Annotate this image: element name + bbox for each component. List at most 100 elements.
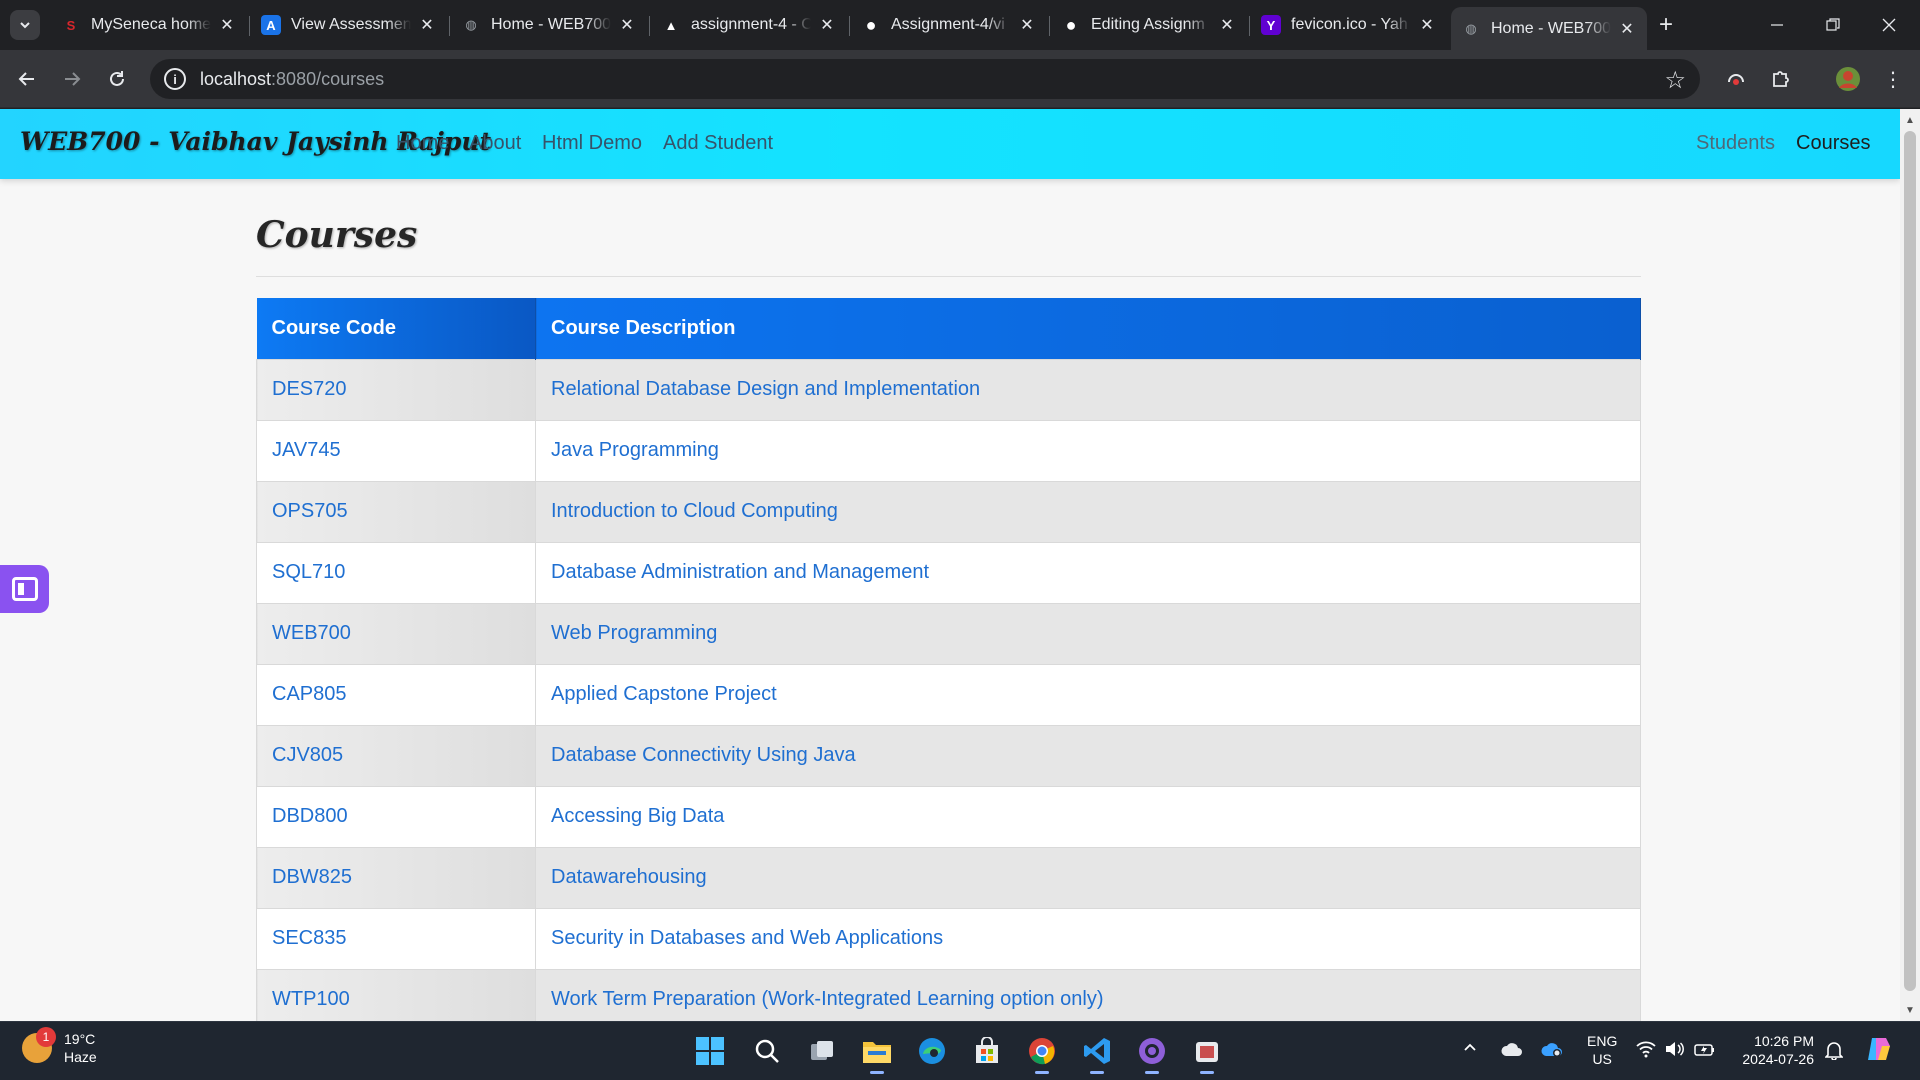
tab-close-icon[interactable]: ✕: [617, 15, 637, 35]
github-icon: [1139, 1038, 1165, 1064]
course-description-cell[interactable]: Introduction to Cloud Computing: [535, 480, 1641, 543]
table-row[interactable]: SQL710 Database Administration and Manage…: [256, 541, 1641, 604]
tab-close-icon[interactable]: ✕: [1217, 15, 1237, 35]
nav-about[interactable]: About: [469, 132, 521, 155]
course-code-cell[interactable]: OPS705: [256, 480, 536, 543]
browser-tab[interactable]: ◍ Home - WEB700 ✕: [1451, 7, 1647, 50]
taskbar-search[interactable]: [748, 1032, 786, 1070]
tab-close-icon[interactable]: ✕: [817, 15, 837, 35]
close-window-button[interactable]: [1861, 0, 1917, 50]
profile-avatar[interactable]: [1833, 64, 1863, 94]
course-code-cell[interactable]: DES720: [256, 358, 536, 421]
scroll-up-arrow[interactable]: ▲: [1900, 111, 1920, 129]
course-code-cell[interactable]: SEC835: [256, 907, 536, 970]
bookmark-star-icon[interactable]: ☆: [1664, 66, 1686, 95]
system-clock[interactable]: 10:26 PM 2024-07-26: [1732, 1032, 1814, 1068]
course-description-cell[interactable]: Relational Database Design and Implement…: [535, 358, 1641, 421]
course-description-cell[interactable]: Web Programming: [535, 602, 1641, 665]
site-info-icon[interactable]: i: [164, 68, 186, 90]
column-header-code: Course Code: [256, 298, 536, 359]
course-description-cell[interactable]: Database Connectivity Using Java: [535, 724, 1641, 787]
github-desktop-app[interactable]: [1133, 1032, 1171, 1074]
course-code-cell[interactable]: JAV745: [256, 419, 536, 482]
nav-students[interactable]: Students: [1696, 132, 1775, 155]
course-code-cell[interactable]: CJV805: [256, 724, 536, 787]
store-app[interactable]: [968, 1032, 1006, 1070]
github-icon: ●: [865, 14, 877, 35]
browser-tab[interactable]: ● Editing Assignm ✕: [1051, 8, 1247, 42]
course-code-cell[interactable]: DBW825: [256, 846, 536, 909]
browser-tab[interactable]: ◍ Home - WEB700 ✕: [451, 8, 647, 42]
battery-tray[interactable]: [1694, 1040, 1716, 1063]
nav-home[interactable]: Home: [396, 132, 449, 155]
browser-tab[interactable]: ▲ assignment-4 - C ✕: [651, 8, 847, 42]
table-row[interactable]: SEC835 Security in Databases and Web Appl…: [256, 907, 1641, 970]
browser-menu-button[interactable]: ⋮: [1878, 64, 1908, 94]
tab-search-button[interactable]: [10, 10, 40, 40]
browser-tab[interactable]: A View Assessment ✕: [251, 8, 447, 42]
start-button[interactable]: [691, 1032, 729, 1070]
snipping-tool-app[interactable]: [1188, 1032, 1226, 1074]
page-scrollbar[interactable]: ▲ ▼: [1900, 109, 1920, 1021]
volume-tray[interactable]: [1664, 1040, 1684, 1063]
task-view-button[interactable]: [803, 1032, 841, 1070]
table-row[interactable]: CAP805 Applied Capstone Project: [256, 663, 1641, 726]
wifi-tray[interactable]: [1636, 1040, 1656, 1063]
sidebar-toggle-widget[interactable]: [0, 565, 49, 613]
reload-button[interactable]: [100, 62, 134, 96]
extension-icon[interactable]: [1721, 64, 1751, 94]
course-description-cell[interactable]: Accessing Big Data: [535, 785, 1641, 848]
tab-close-icon[interactable]: ✕: [1017, 15, 1037, 35]
tab-close-icon[interactable]: ✕: [1417, 15, 1437, 35]
course-description-cell[interactable]: Work Term Preparation (Work-Integrated L…: [535, 968, 1641, 1021]
onedrive-tray[interactable]: [1500, 1040, 1524, 1063]
extensions-button[interactable]: [1766, 64, 1796, 94]
minimize-button[interactable]: [1749, 0, 1805, 50]
onedrive-sync-tray[interactable]: [1540, 1040, 1564, 1063]
course-code-cell[interactable]: WEB700: [256, 602, 536, 665]
nav-html-demo[interactable]: Html Demo: [542, 132, 642, 155]
edge-app[interactable]: [913, 1032, 951, 1070]
course-description-cell[interactable]: Applied Capstone Project: [535, 663, 1641, 726]
table-row[interactable]: CJV805 Database Connectivity Using Java: [256, 724, 1641, 787]
tab-close-icon[interactable]: ✕: [1617, 19, 1637, 39]
course-code-cell[interactable]: WTP100: [256, 968, 536, 1021]
table-row[interactable]: DBD800 Accessing Big Data: [256, 785, 1641, 848]
table-row[interactable]: JAV745 Java Programming: [256, 419, 1641, 482]
course-description-cell[interactable]: Datawarehousing: [535, 846, 1641, 909]
table-row[interactable]: DBW825 Datawarehousing: [256, 846, 1641, 909]
browser-tab[interactable]: S MySeneca home ✕: [51, 8, 247, 42]
copilot-button[interactable]: [1864, 1034, 1894, 1069]
table-row[interactable]: DES720 Relational Database Design and Imp…: [256, 358, 1641, 421]
table-row[interactable]: WTP100 Work Term Preparation (Work-Integr…: [256, 968, 1641, 1021]
chrome-app[interactable]: [1023, 1032, 1061, 1074]
course-description-cell[interactable]: Database Administration and Management: [535, 541, 1641, 604]
back-button[interactable]: [10, 62, 44, 96]
file-explorer-app[interactable]: [858, 1032, 896, 1074]
address-bar[interactable]: i localhost:8080/courses ☆: [150, 59, 1700, 99]
show-hidden-icons[interactable]: [1462, 1040, 1478, 1061]
vscode-app[interactable]: [1078, 1032, 1116, 1074]
tab-close-icon[interactable]: ✕: [417, 15, 437, 35]
scroll-down-arrow[interactable]: ▼: [1900, 1001, 1920, 1019]
restore-button[interactable]: [1805, 0, 1861, 50]
course-code-cell[interactable]: DBD800: [256, 785, 536, 848]
course-description-cell[interactable]: Java Programming: [535, 419, 1641, 482]
nav-courses[interactable]: Courses: [1796, 132, 1870, 155]
course-description-cell[interactable]: Security in Databases and Web Applicatio…: [535, 907, 1641, 970]
table-row[interactable]: WEB700 Web Programming: [256, 602, 1641, 665]
course-code-cell[interactable]: CAP805: [256, 663, 536, 726]
tab-separator: [249, 16, 250, 36]
nav-add-student[interactable]: Add Student: [663, 132, 773, 155]
scroll-thumb[interactable]: [1904, 131, 1916, 991]
forward-button[interactable]: [55, 62, 89, 96]
browser-tab[interactable]: ● Assignment-4/vi ✕: [851, 8, 1047, 42]
tab-close-icon[interactable]: ✕: [217, 15, 237, 35]
language-indicator[interactable]: ENG US: [1587, 1032, 1617, 1068]
browser-tab[interactable]: Yfevicon.ico - Yah ✕: [1251, 8, 1447, 42]
weather-widget[interactable]: 1 19°C Haze: [22, 1027, 97, 1066]
new-tab-button[interactable]: +: [1651, 10, 1681, 40]
course-code-cell[interactable]: SQL710: [256, 541, 536, 604]
table-row[interactable]: OPS705 Introduction to Cloud Computing: [256, 480, 1641, 543]
notifications-button[interactable]: [1824, 1040, 1844, 1065]
